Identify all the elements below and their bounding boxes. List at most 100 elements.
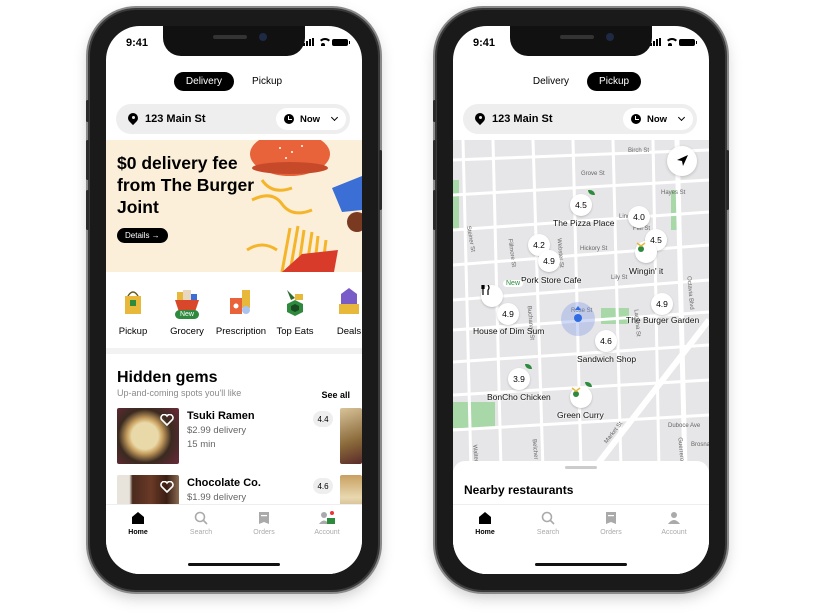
tab-pickup[interactable]: Pickup (240, 72, 294, 91)
map-restaurant-label[interactable]: The Pizza Place (553, 218, 614, 228)
map-rating-pin[interactable] (570, 386, 592, 408)
phone-delivery-view: 9:41 Delivery Pickup 123 Main St Now $0 … (86, 10, 382, 590)
delivery-fee: $2.99 delivery (187, 425, 247, 436)
delivery-fee: $1.99 delivery (187, 492, 247, 503)
category-carousel: Pickup New Grocery Prescription Top Eats… (106, 284, 362, 346)
map-rating-pin[interactable] (635, 241, 657, 263)
category-top-eats[interactable]: Top Eats (268, 284, 322, 346)
location-pin-icon (475, 113, 485, 125)
category-label: Top Eats (276, 326, 314, 337)
map-view[interactable]: Birch St Grove St Hayes St Linden St Fel… (453, 140, 709, 470)
tab-orders[interactable]: Orders (239, 511, 289, 536)
map-restaurant-label[interactable]: Sandwich Shop (577, 354, 636, 364)
map-rating-pin[interactable]: 4.5 (570, 194, 592, 216)
mute-switch (433, 100, 436, 122)
street-label: Lily St (611, 275, 628, 281)
map-restaurant-label[interactable]: Wingin' it (629, 266, 663, 276)
tab-delivery[interactable]: Delivery (521, 72, 581, 91)
notch (163, 26, 305, 56)
new-badge: New (174, 310, 199, 319)
street-label: Duboce Ave (668, 423, 701, 429)
map-rating-pin[interactable]: 3.9 (508, 368, 530, 390)
restaurant-name: Chocolate Co. (187, 477, 261, 489)
tab-home[interactable]: Home (113, 511, 163, 536)
map-restaurant-label[interactable]: House of Dim Sum (473, 326, 544, 336)
restaurant-name: Tsuki Ramen (187, 410, 255, 422)
street-label: Hickory St (580, 246, 608, 252)
section-title: Hidden gems (117, 369, 218, 386)
tab-pickup[interactable]: Pickup (587, 72, 642, 91)
account-icon (319, 511, 335, 524)
location-bar[interactable]: 123 Main St Now (463, 104, 697, 134)
map-restaurant-label[interactable]: The Burger Garden (626, 315, 699, 325)
tab-account[interactable]: Account (302, 511, 352, 536)
tab-label: Search (189, 529, 213, 536)
prescription-icon (230, 290, 250, 314)
map-rating-pin[interactable]: 4.9 (538, 250, 560, 272)
delivery-time: 15 min (187, 439, 216, 450)
shopping-bag-icon (125, 291, 141, 314)
recenter-button[interactable] (667, 146, 697, 176)
search-icon (541, 511, 555, 525)
favorite-heart-icon[interactable] (160, 481, 174, 493)
home-indicator[interactable] (188, 563, 280, 566)
street-label: Brosnan St (691, 442, 709, 448)
tab-delivery[interactable]: Delivery (173, 72, 235, 91)
map-rating-pin[interactable] (481, 285, 503, 307)
volume-up-button (433, 140, 436, 180)
account-icon (668, 512, 680, 524)
mode-toggle: Delivery Pickup (453, 72, 709, 91)
next-card-peek[interactable] (340, 408, 362, 464)
heading-arrow-icon (575, 306, 581, 310)
home-icon (132, 512, 144, 524)
battery-icon (332, 39, 350, 46)
schedule-dropdown[interactable]: Now (623, 108, 693, 130)
address-text: 123 Main St (492, 113, 553, 125)
tab-search[interactable]: Search (523, 511, 573, 536)
screen: 9:41 Delivery Pickup 123 Main St Now $0 … (106, 26, 362, 574)
tab-label: Search (536, 529, 560, 536)
tab-label: Orders (253, 529, 275, 536)
map-restaurant-label[interactable]: Green Curry (557, 410, 604, 420)
clock-icon (631, 114, 641, 124)
tab-label: Account (314, 529, 340, 536)
map-restaurant-label[interactable]: Pork Store Cafe (521, 275, 581, 285)
sheet-drag-handle[interactable] (565, 466, 597, 469)
section-subtitle: Up-and-coming spots you'll like (117, 388, 242, 398)
bottom-tab-bar: Home Search Orders Account (453, 504, 709, 574)
details-button[interactable]: Details → (117, 228, 168, 243)
favorite-heart-icon[interactable] (160, 414, 174, 426)
chevron-down-icon (678, 113, 686, 122)
map-rating-pin[interactable]: 4.9 (651, 293, 673, 315)
map-rating-pin[interactable]: 4.0 (628, 206, 650, 228)
tab-account[interactable]: Account (649, 511, 699, 536)
home-indicator[interactable] (535, 563, 627, 566)
search-icon (194, 511, 208, 525)
map-rating-pin[interactable]: 4.6 (595, 330, 617, 352)
restaurant-card[interactable]: Tsuki Ramen $2.99 delivery 15 min 4.4 (117, 408, 362, 468)
phone-pickup-view: 9:41 Delivery Pickup 123 Main St Now Bir… (433, 10, 729, 590)
tab-orders[interactable]: Orders (586, 511, 636, 536)
promo-title: $0 delivery fee from The Burger Joint (117, 153, 255, 217)
category-prescription[interactable]: Prescription (214, 284, 268, 346)
location-bar[interactable]: 123 Main St Now (116, 104, 350, 134)
wifi-icon (318, 38, 332, 46)
volume-down-button (433, 190, 436, 230)
category-label: Prescription (215, 326, 267, 337)
receipt-icon (259, 512, 269, 524)
tab-search[interactable]: Search (176, 511, 226, 536)
tab-label: Home (475, 529, 495, 536)
tab-home[interactable]: Home (460, 511, 510, 536)
promo-banner[interactable]: $0 delivery fee from The Burger Joint De… (106, 140, 362, 272)
burger-fries-illustration (246, 140, 362, 272)
category-grocery[interactable]: New Grocery (160, 284, 214, 346)
sheet-title: Nearby restaurants (464, 483, 574, 497)
map-restaurant-label[interactable]: BonCho Chicken (487, 392, 551, 402)
category-pickup[interactable]: Pickup (106, 284, 160, 346)
mute-switch (86, 100, 89, 122)
map-rating-pin[interactable]: 4.9 (497, 303, 519, 325)
category-deals[interactable]: Deals (322, 284, 362, 346)
schedule-dropdown[interactable]: Now (276, 108, 346, 130)
see-all-link[interactable]: See all (321, 390, 350, 400)
clock-icon (284, 114, 294, 124)
